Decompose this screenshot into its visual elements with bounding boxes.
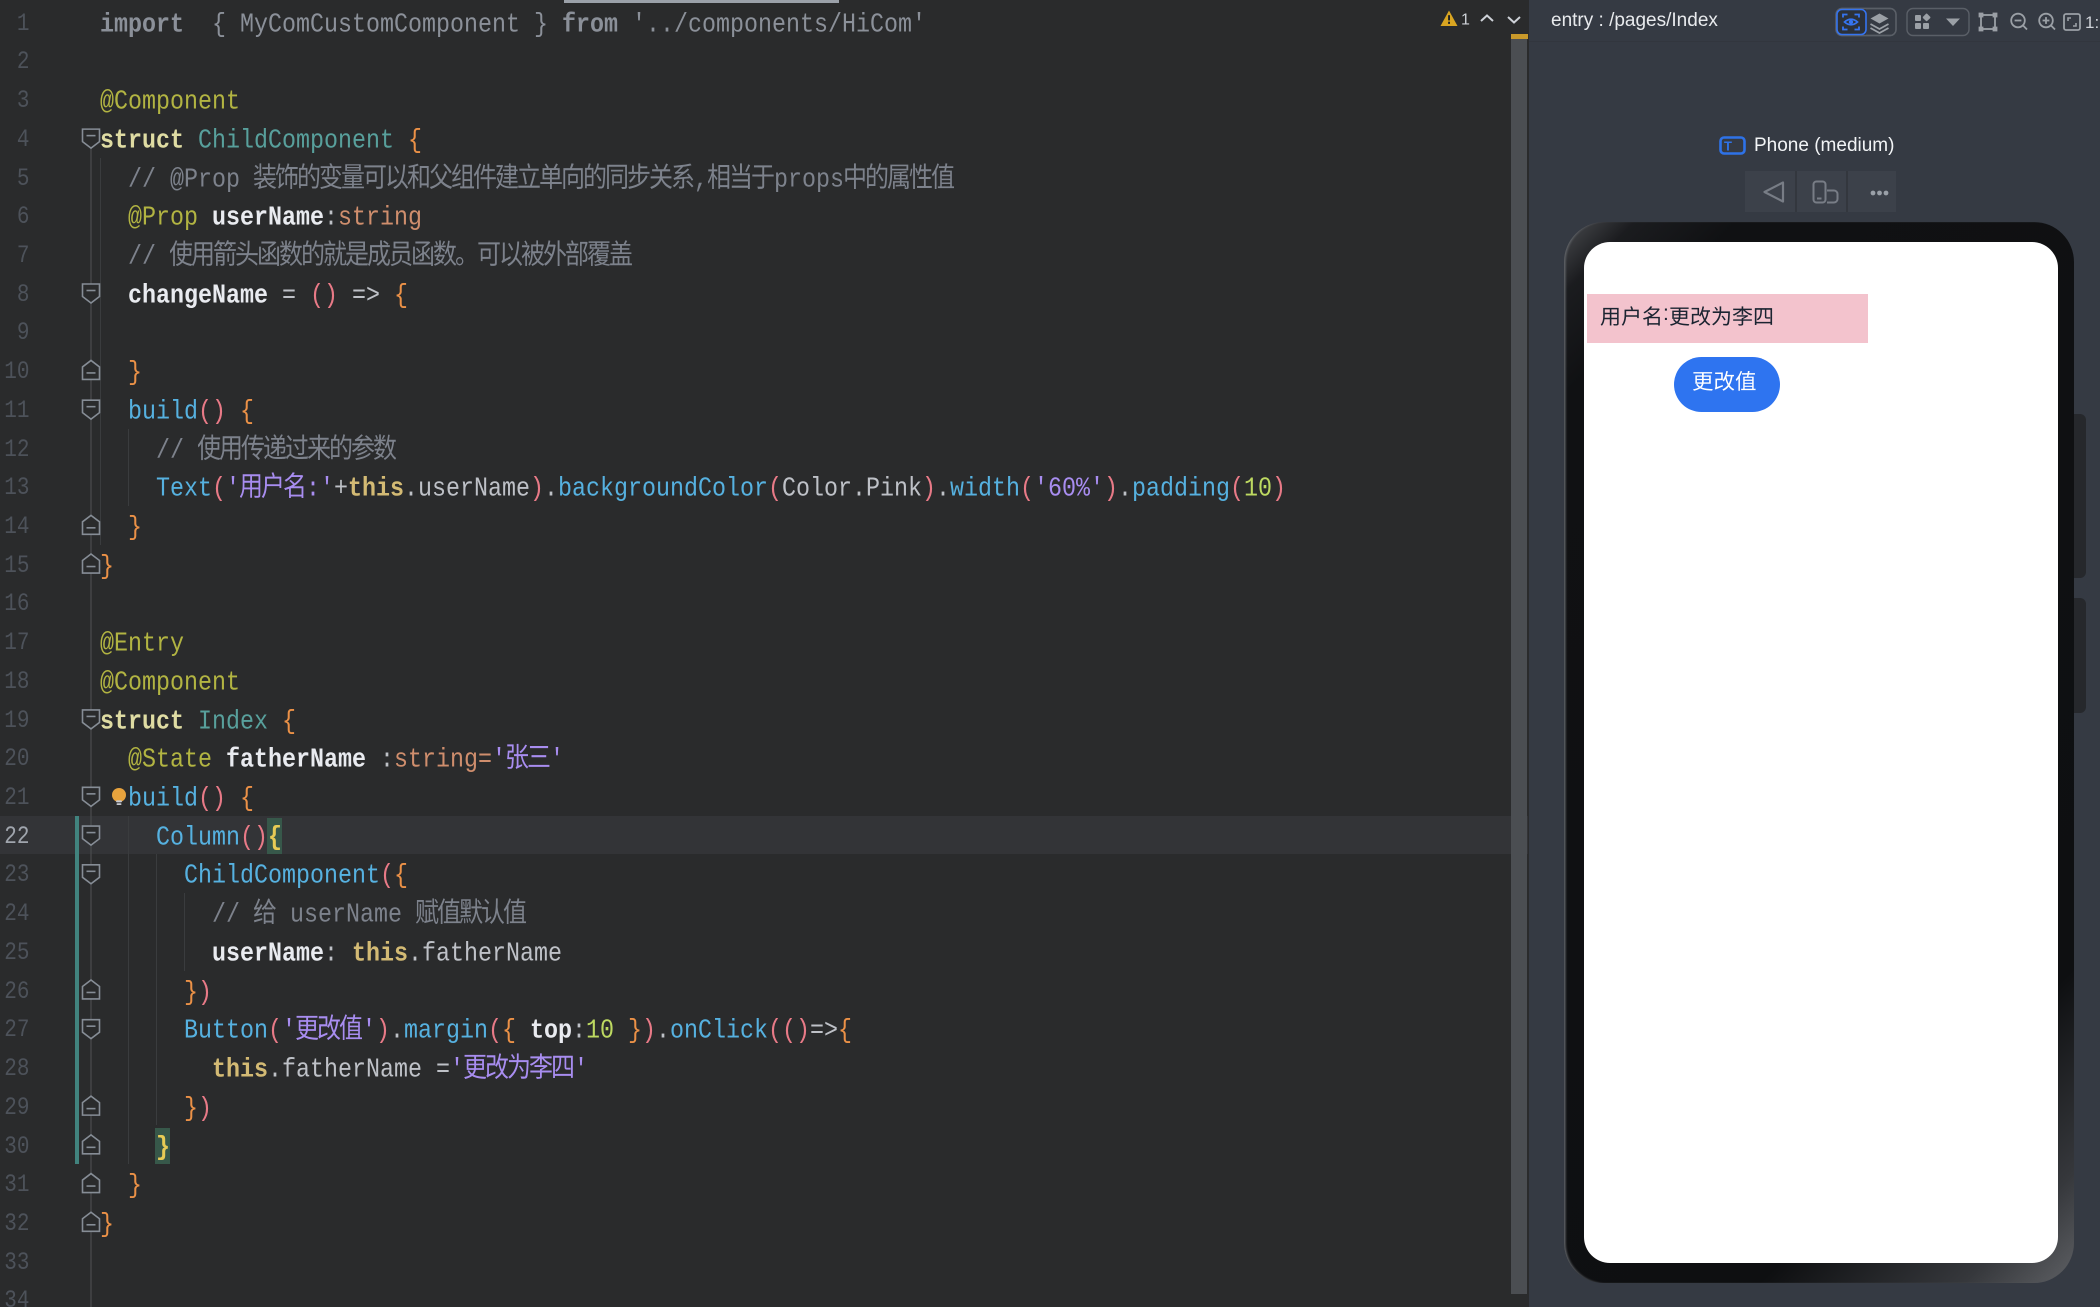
- svg-text:1:1: 1:1: [2085, 13, 2100, 32]
- svg-text:T: T: [1724, 139, 1732, 154]
- svg-text:1: 1: [1461, 12, 1470, 29]
